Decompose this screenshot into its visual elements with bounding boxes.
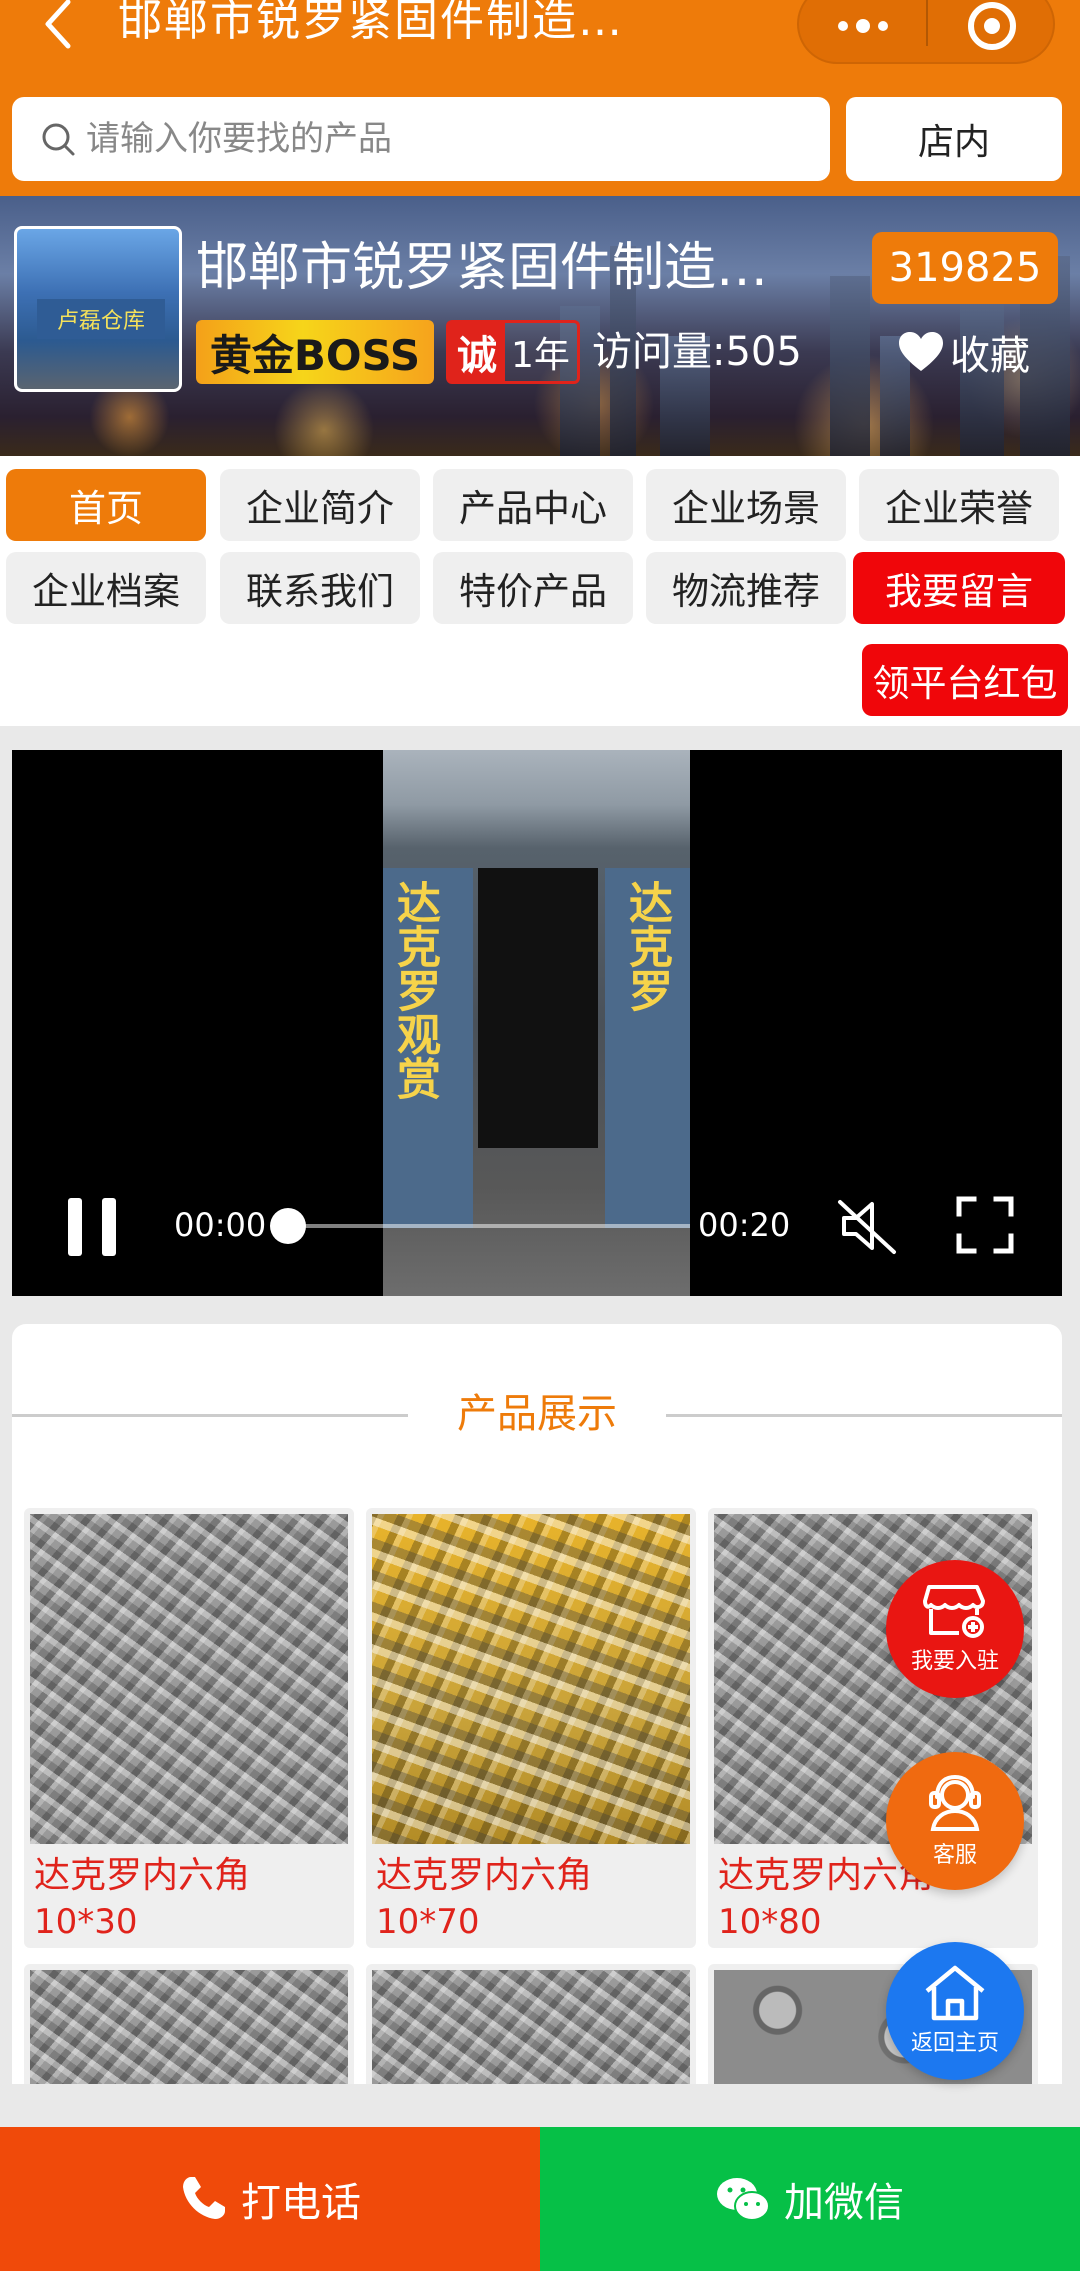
product-name: 达克罗内六角 xyxy=(34,1855,251,1896)
heart-icon xyxy=(899,332,943,371)
favorite-label: 收藏 xyxy=(950,333,1030,379)
membership-years: 1年 xyxy=(511,335,570,376)
nav-contact-us[interactable]: 联系我们 xyxy=(220,552,420,624)
integrity-char: 诚 xyxy=(449,323,505,381)
service-label: 客服 xyxy=(932,1843,977,1868)
customer-service-button[interactable]: 客服 xyxy=(886,1752,1024,1890)
nav-company-scene[interactable]: 企业场景 xyxy=(646,469,846,541)
wechat-button[interactable]: 加微信 xyxy=(540,2127,1080,2271)
headset-icon xyxy=(929,1774,981,1831)
nav-special-products[interactable]: 特价产品 xyxy=(433,552,633,624)
section-title: 产品展示 xyxy=(457,1391,617,1437)
redpack-button[interactable]: 领平台红包 xyxy=(862,644,1068,716)
more-dots-icon[interactable] xyxy=(799,0,926,66)
video-progress-bar[interactable] xyxy=(290,1224,690,1228)
product-image[interactable] xyxy=(30,1970,348,2084)
page-title: 邯郸市锐罗紧固件制造… xyxy=(118,0,624,46)
bottom-action-bar: 打电话 加微信 xyxy=(0,2127,1080,2271)
nav-company-archive[interactable]: 企业档案 xyxy=(6,552,206,624)
call-button[interactable]: 打电话 xyxy=(0,2127,540,2271)
video-progress-knob[interactable] xyxy=(270,1208,306,1244)
nav-product-center[interactable]: 产品中心 xyxy=(433,469,633,541)
instore-search-button[interactable]: 店内 xyxy=(846,97,1062,181)
phone-icon xyxy=(183,2177,225,2219)
join-label: 我要入驻 xyxy=(910,1649,999,1674)
home-label: 返回主页 xyxy=(910,2031,999,2056)
gold-boss-badge: 黄金BOSS xyxy=(196,320,434,384)
shop-nav: 首页 企业简介 产品中心 企业场景 企业荣誉 企业档案 联系我们 特价产品 物流… xyxy=(0,456,1080,726)
visit-count: 访问量:505 xyxy=(592,329,802,375)
app-root: 邯郸市锐罗紧固件制造… 店内 卢磊仓库 邯郸市锐罗紧固件制造… 319825 黄… xyxy=(0,0,1080,2271)
product-card[interactable]: 达克罗内六角 10*30 xyxy=(24,1508,354,1948)
logo-sign-text: 卢磊仓库 xyxy=(37,299,165,339)
product-image[interactable] xyxy=(30,1514,348,1844)
nav-home[interactable]: 首页 xyxy=(6,469,206,541)
shop-id-badge: 319825 xyxy=(872,232,1058,304)
mini-program-capsule xyxy=(797,0,1055,64)
video-current-time: 00:00 xyxy=(174,1206,267,1244)
search-input[interactable] xyxy=(86,119,786,159)
banner-tower xyxy=(830,276,870,456)
shop-banner: 卢磊仓库 邯郸市锐罗紧固件制造… 319825 黄金BOSS 诚 1年 访问量:… xyxy=(0,196,1080,456)
video-frame-doorway xyxy=(478,868,598,1148)
product-image[interactable] xyxy=(372,1970,690,2084)
search-box[interactable] xyxy=(12,97,830,181)
join-button[interactable]: 我要入驻 xyxy=(886,1560,1024,1698)
product-spec: 10*80 xyxy=(718,1902,822,1942)
video-frame-text-left: 达克罗观赏 xyxy=(389,880,440,1100)
shop-logo[interactable]: 卢磊仓库 xyxy=(14,226,182,392)
return-home-button[interactable]: 返回主页 xyxy=(886,1942,1024,2080)
product-card[interactable] xyxy=(366,1964,696,2084)
product-spec: 10*70 xyxy=(376,1902,480,1942)
nav-logistics[interactable]: 物流推荐 xyxy=(646,552,846,624)
integrity-years-badge: 诚 1年 xyxy=(446,320,580,384)
back-arrow-icon[interactable] xyxy=(38,0,78,54)
fullscreen-icon[interactable] xyxy=(956,1196,1014,1254)
pause-icon[interactable] xyxy=(68,1198,116,1256)
product-card[interactable]: 达克罗内六角 10*70 xyxy=(366,1508,696,1948)
nav-leave-message[interactable]: 我要留言 xyxy=(853,552,1065,624)
product-name: 达克罗内六角 xyxy=(376,1855,593,1896)
call-label: 打电话 xyxy=(241,2180,361,2226)
wechat-icon xyxy=(717,2178,770,2221)
nav-company-honor[interactable]: 企业荣誉 xyxy=(859,469,1059,541)
video-player[interactable]: 达克罗观赏 达克罗 00:00 00:20 xyxy=(12,750,1062,1296)
search-icon xyxy=(42,123,75,156)
top-header: 邯郸市锐罗紧固件制造… 店内 xyxy=(0,0,1080,196)
video-frame: 达克罗观赏 达克罗 xyxy=(383,750,690,1296)
product-image[interactable] xyxy=(372,1514,690,1844)
product-card[interactable] xyxy=(24,1964,354,2084)
nav-company-intro[interactable]: 企业简介 xyxy=(220,469,420,541)
video-duration: 00:20 xyxy=(698,1206,791,1244)
favorite-button[interactable]: 收藏 xyxy=(898,320,1030,384)
wechat-label: 加微信 xyxy=(784,2180,904,2226)
mute-icon[interactable] xyxy=(836,1196,900,1256)
storefront-add-icon xyxy=(923,1585,985,1638)
video-frame-text-right: 达克罗 xyxy=(621,880,672,1012)
shop-name: 邯郸市锐罗紧固件制造… xyxy=(196,238,769,298)
product-spec: 10*30 xyxy=(34,1902,138,1942)
close-target-icon[interactable] xyxy=(928,0,1055,66)
house-icon xyxy=(925,1965,985,2021)
